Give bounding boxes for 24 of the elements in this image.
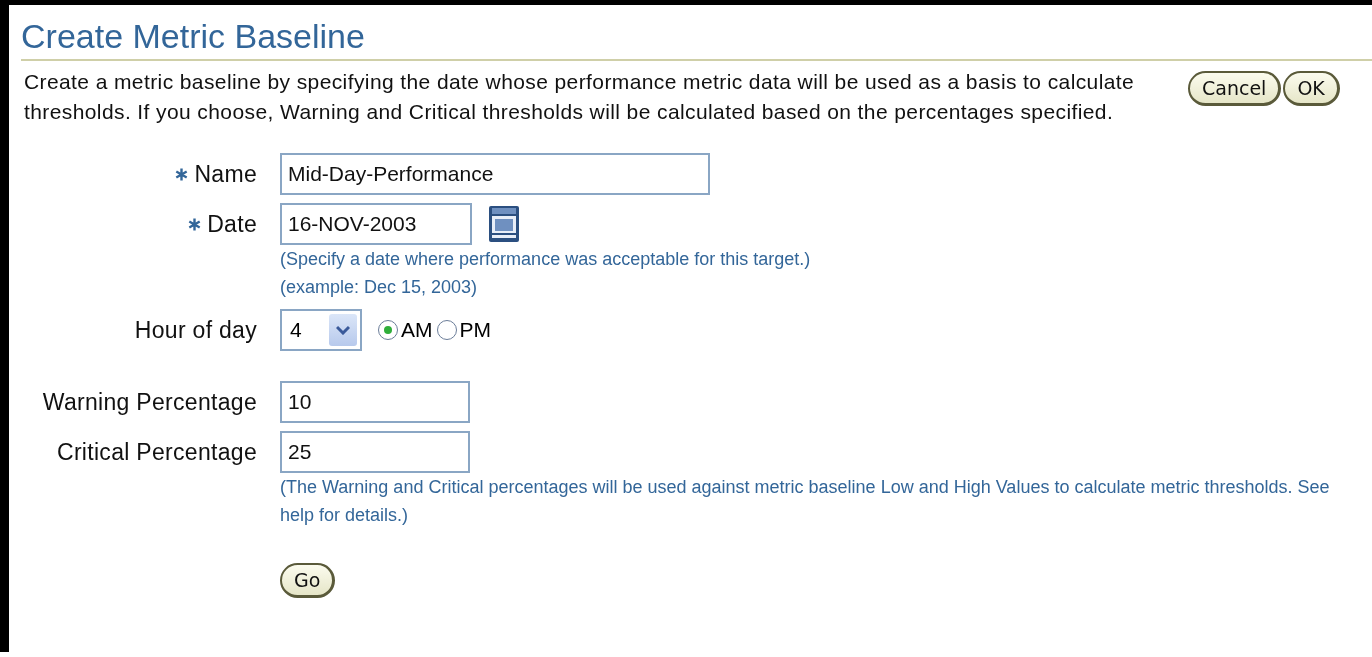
- description-text: Create a metric baseline by specifying the date whose performance metric data will be used as a basis to calculate thresholds. If you choose, Warning and Critical thresholds will be calculated based on the percentages specified.: [23, 69, 1136, 125]
- chevron-down-icon: [336, 325, 350, 335]
- hint-text: (The Warning and Critical percentages will be used against metric baseline Low and High Values to calculate metric thresholds. See help for details.): [280, 476, 1331, 527]
- field-label: Name: [194, 160, 257, 188]
- hour-select[interactable]: 4: [280, 309, 362, 351]
- dialog-button[interactable]: OK: [1283, 71, 1340, 106]
- date-field[interactable]: 16-NOV-2003: [280, 203, 472, 245]
- dialog-button[interactable]: Cancel: [1188, 71, 1282, 106]
- percentage-field[interactable]: 10: [280, 381, 470, 423]
- field-label: Critical Percentage: [57, 438, 257, 466]
- field-label: Date: [207, 210, 257, 238]
- page-title: Create Metric Baseline: [21, 17, 365, 55]
- name-field[interactable]: Mid-Day-Performance: [280, 153, 710, 195]
- hint-text: (example: Dec 15, 2003): [280, 276, 479, 299]
- hint-text: (Specify a date where performance was acceptable for this target.): [280, 248, 812, 271]
- percentage-field[interactable]: 25: [280, 431, 470, 473]
- calendar-icon[interactable]: [488, 205, 520, 243]
- field-label: Warning Percentage: [42, 388, 257, 416]
- go-button[interactable]: Go: [280, 563, 336, 598]
- period-radio[interactable]: PM: [436, 318, 491, 342]
- field-label: Hour of day: [134, 316, 257, 344]
- radio-icon[interactable]: [436, 320, 457, 340]
- period-radio[interactable]: AM: [378, 318, 433, 342]
- radio-icon[interactable]: [378, 320, 398, 340]
